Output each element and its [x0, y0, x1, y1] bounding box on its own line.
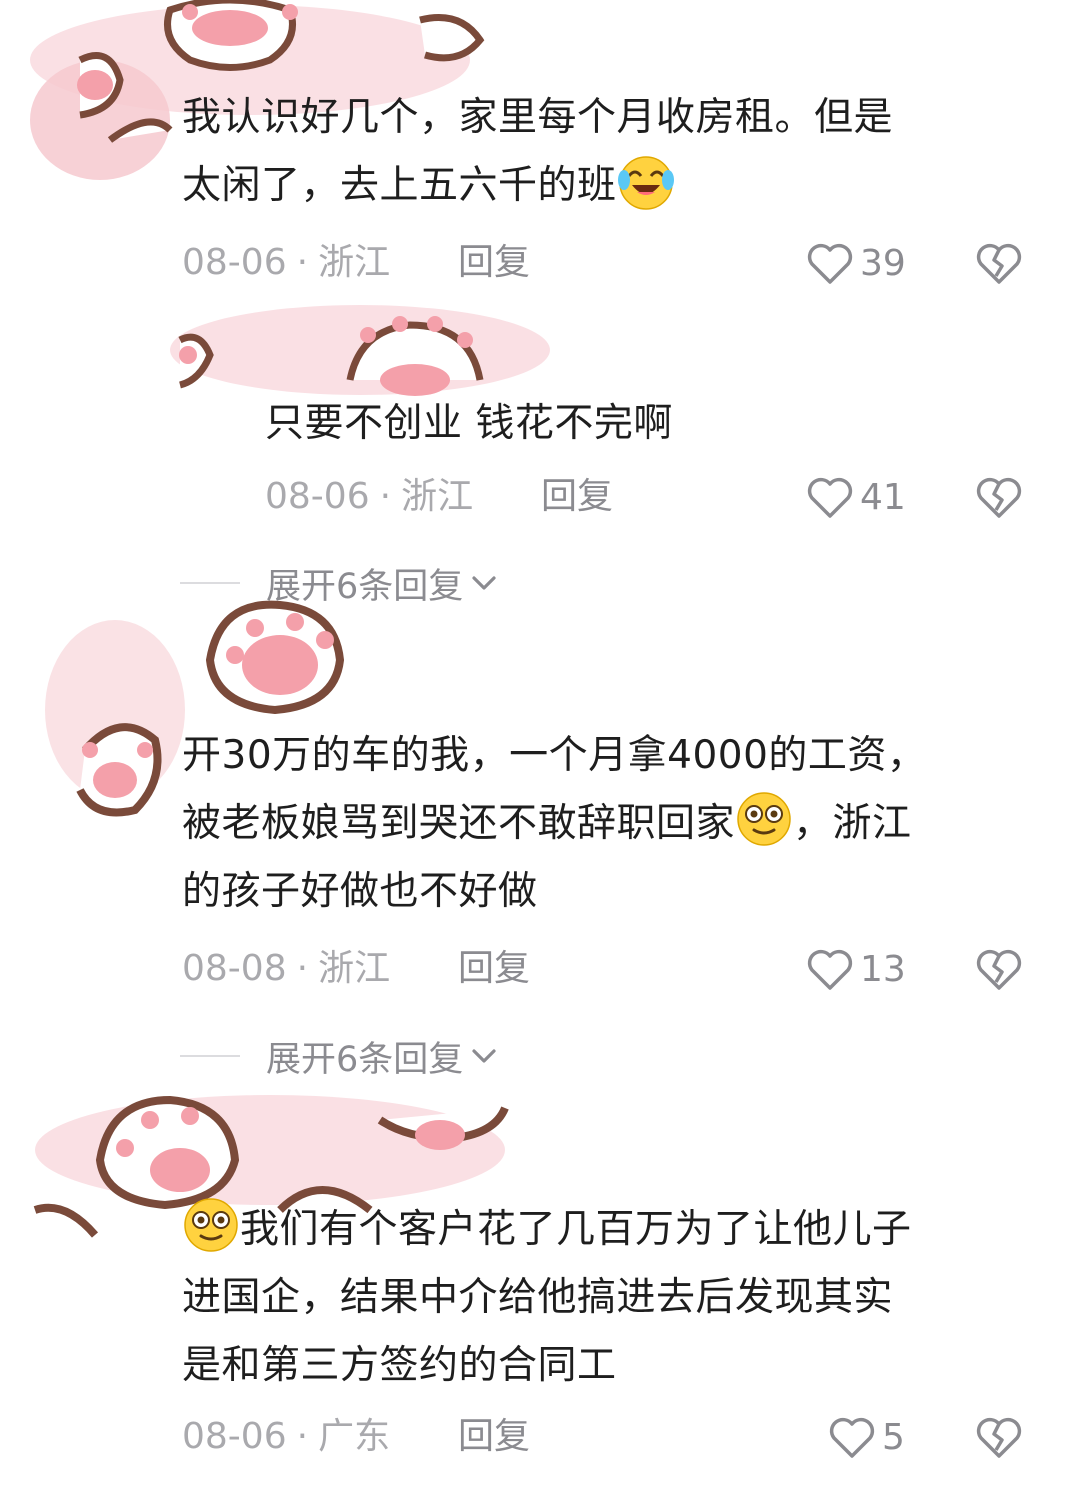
broken-heart-icon[interactable]	[975, 474, 1023, 520]
like-button[interactable]: 39	[806, 238, 906, 288]
reply-date: 08-06	[265, 476, 370, 517]
comment-line: 我们有个客户花了几百万为了让他儿子	[182, 1196, 912, 1264]
reply-text: 只要不创业 钱花不完啊	[265, 401, 673, 446]
expand-replies-button[interactable]: 展开6条回复	[180, 1031, 497, 1081]
reply-button[interactable]: 回复	[458, 1412, 530, 1462]
reply-meta: 08-06 · 浙江 回复	[265, 472, 645, 522]
reply-button[interactable]: 回复	[458, 238, 530, 288]
like-count: 13	[860, 948, 906, 990]
like-count: 5	[882, 1416, 905, 1458]
like-count: 39	[860, 242, 906, 284]
reply-button[interactable]: 回复	[541, 472, 613, 522]
paw-sticker-2	[170, 305, 550, 396]
comment-location: 浙江	[318, 948, 391, 989]
comment-date: 08-06	[182, 242, 287, 283]
comment-date: 08-08	[182, 948, 287, 989]
heart-icon	[807, 477, 853, 518]
comment-line: 我认识好几个，家里每个月收房租。但是	[182, 95, 894, 140]
reply-button[interactable]: 回复	[458, 944, 530, 994]
like-count: 41	[860, 476, 906, 518]
expand-replies-button[interactable]: 展开6条回复	[180, 558, 497, 608]
broken-heart-icon[interactable]	[975, 240, 1023, 286]
comment-text: 我们有个客户花了几百万为了让他儿子 进国企，结果中介给他搞进去后发现其实 是和第…	[182, 1196, 912, 1400]
like-button[interactable]: 13	[806, 944, 906, 994]
heart-icon	[807, 243, 853, 284]
comment-text: 开30万的车的我，一个月拿4000的工资， 被老板娘骂到哭还不敢辞职回家 ，浙江…	[182, 722, 926, 926]
comment-location: 浙江	[318, 242, 391, 283]
like-button[interactable]: 41	[806, 472, 906, 522]
crying-laughing-emoji-icon	[617, 156, 674, 210]
heart-icon	[807, 949, 853, 990]
separator: ·	[296, 1416, 309, 1457]
dizzy-face-emoji-icon	[737, 792, 791, 846]
comment-date: 08-06	[182, 1416, 287, 1457]
heart-icon	[829, 1417, 875, 1458]
comment-line: 的孩子好做也不好做	[182, 869, 538, 914]
comment-line: 被老板娘骂到哭还不敢辞职回家 ，浙江	[182, 790, 926, 858]
comment-meta: 08-06 · 广东 回复	[182, 1412, 562, 1462]
comment-text: 我认识好几个，家里每个月收房租。但是 太闲了，去上五六千的班	[182, 84, 893, 220]
reply-location: 浙江	[401, 476, 474, 517]
comment-line: 太闲了，去上五六千的班	[182, 152, 893, 220]
comment-meta: 08-08 · 浙江 回复	[182, 944, 562, 994]
separator: ·	[296, 948, 309, 989]
expand-label: 展开6条回复	[266, 1039, 464, 1080]
broken-heart-icon[interactable]	[975, 1414, 1023, 1460]
divider-line	[180, 1055, 240, 1057]
divider-line	[180, 582, 240, 584]
comment-line: 开30万的车的我，一个月拿4000的工资，	[182, 733, 927, 778]
comment-location: 广东	[318, 1416, 391, 1457]
separator: ·	[296, 242, 309, 283]
comment-line: 是和第三方签约的合同工	[182, 1343, 617, 1388]
chevron-down-icon	[472, 576, 496, 590]
broken-heart-icon[interactable]	[975, 946, 1023, 992]
separator: ·	[379, 476, 392, 517]
chevron-down-icon	[472, 1049, 496, 1063]
expand-label: 展开6条回复	[266, 566, 464, 607]
comment-meta: 08-06 · 浙江 回复	[182, 238, 562, 288]
dizzy-face-emoji-icon	[184, 1198, 238, 1252]
comment-line: 进国企，结果中介给他搞进去后发现其实	[182, 1275, 894, 1320]
like-button[interactable]: 5	[828, 1412, 905, 1462]
